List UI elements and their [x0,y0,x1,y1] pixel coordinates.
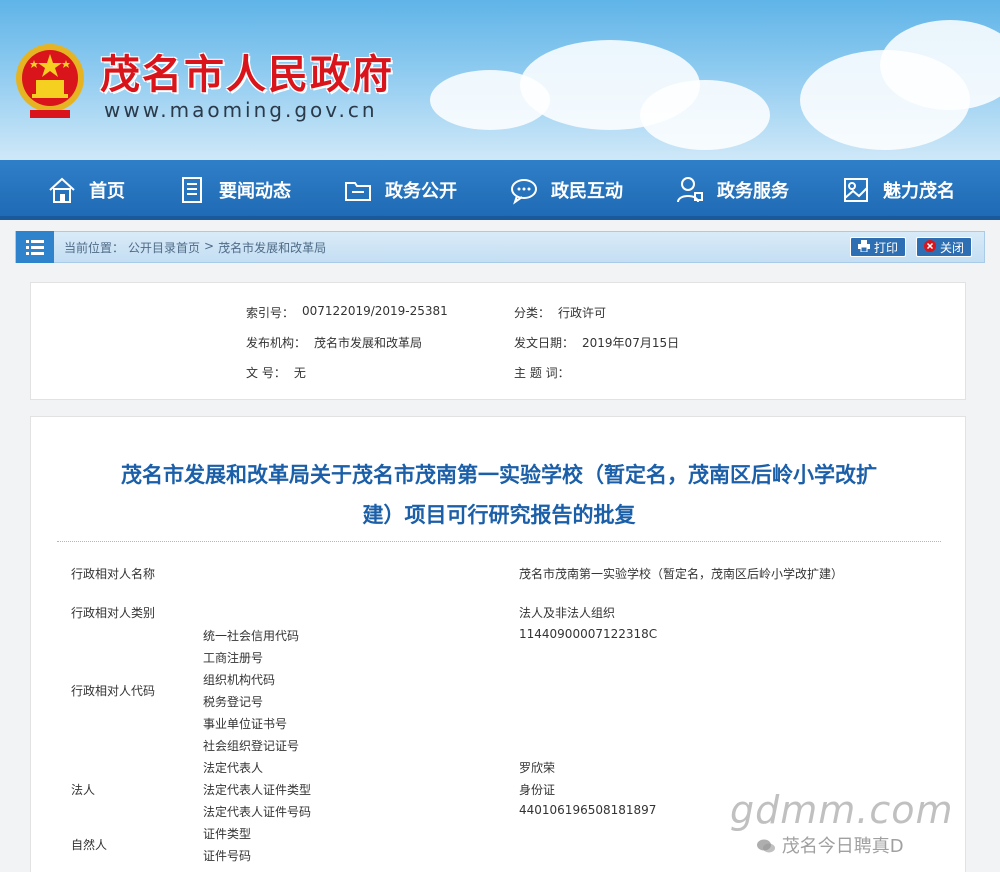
nav-label: 政民互动 [551,181,623,202]
site-url: www.maoming.gov.cn [104,98,378,122]
index-label: 索引号： [246,306,295,320]
national-emblem-icon [16,44,84,118]
folder-icon [341,173,375,207]
institution-cert-label: 事业单位证书号 [203,717,288,731]
list-icon [16,231,54,263]
chat-icon [507,173,541,207]
home-icon [45,173,79,207]
legal-person-label: 法人 [71,783,96,797]
picture-icon [839,173,873,207]
nav-label: 政务公开 [385,181,457,202]
breadcrumb: 当前位置： 公开目录首页 > 茂名市发展和改革局 打印 关闭 [15,231,985,263]
business-reg-label: 工商注册号 [203,651,264,665]
category-value: 行政许可 [558,306,607,320]
publisher-value: 茂名市发展和改革局 [314,336,423,350]
id-no-label: 证件号码 [203,849,252,863]
social-org-label: 社会组织登记证号 [203,739,300,753]
nav-label: 要闻动态 [219,181,291,202]
legal-id-no-value: 440106196508181897 [519,803,657,817]
legal-id-no-label: 法定代表人证件号码 [203,805,312,819]
breadcrumb-separator: > [204,238,215,253]
date-label: 发文日期： [514,336,575,350]
id-type-label: 证件类型 [203,827,252,841]
wechat-icon [756,836,782,857]
party-name-value: 茂名市茂南第一实验学校（暂定名，茂南区后岭小学改扩建） [519,567,844,581]
user-service-icon [673,173,707,207]
printer-icon [857,239,870,255]
article-title: 茂名市发展和改革局关于茂名市茂南第一实验学校（暂定名，茂南区后岭小学改扩 建）项… [61,455,937,535]
print-label: 打印 [873,240,898,255]
date-value: 2019年07月15日 [582,336,680,350]
docno-value: 无 [293,366,306,380]
legal-rep-value: 罗欣荣 [519,761,556,775]
article-title-line: 建）项目可行研究报告的批复 [362,503,636,527]
close-button[interactable]: 关闭 [915,237,972,257]
nav-item-news[interactable]: 要闻动态 [175,173,291,207]
org-code-label: 组织机构代码 [203,673,276,687]
natural-person-label: 自然人 [71,838,108,852]
site-title: 茂名市人民政府 [100,52,394,98]
party-type-label: 行政相对人类别 [71,606,156,620]
watermark-caption: 茂名今日聘真D [756,832,904,858]
watermark-logo-text: gdmm.com [730,788,954,832]
index-value: 007122019/2019-25381 [302,304,448,318]
nav-item-home[interactable]: 首页 [45,173,125,207]
divider [57,541,941,542]
legal-id-type-value: 身份证 [519,783,556,797]
credit-code-value: 11440900007122318C [519,627,658,641]
party-type-value: 法人及非法人组织 [519,606,616,620]
document-icon [175,173,209,207]
publisher-label: 发布机构： [246,336,307,350]
breadcrumb-link-catalog[interactable]: 公开目录首页 [128,239,200,256]
article-title-line: 茂名市发展和改革局关于茂名市茂南第一实验学校（暂定名，茂南区后岭小学改扩 [121,463,877,487]
docno-label: 文 号： [246,366,286,380]
party-code-label: 行政相对人代码 [71,684,156,698]
legal-id-type-label: 法定代表人证件类型 [203,783,312,797]
party-name-label: 行政相对人名称 [71,567,156,581]
category-label: 分类： [514,306,551,320]
nav-label: 政务服务 [717,181,789,202]
nav-item-public[interactable]: 政务公开 [341,173,457,207]
close-icon [923,239,936,255]
close-label: 关闭 [939,240,964,255]
header-banner: 茂名市人民政府 www.maoming.gov.cn [0,0,1000,160]
credit-code-label: 统一社会信用代码 [203,629,300,643]
tax-reg-label: 税务登记号 [203,695,264,709]
breadcrumb-link-bureau[interactable]: 茂名市发展和改革局 [218,239,326,256]
nav-item-charm[interactable]: 魅力茂名 [839,173,955,207]
main-nav: 首页 要闻动态 政务公开 政民互动 政务服务 魅力茂名 [0,160,1000,220]
watermark: gdmm.com 茂名今日聘真D [730,788,954,857]
nav-item-interaction[interactable]: 政民互动 [507,173,623,207]
watermark-account-name: 茂名今日聘真D [781,836,904,857]
print-button[interactable]: 打印 [849,237,906,257]
document-meta: 索引号： 007122019/2019-25381 分类： 行政许可 发布机构：… [30,282,966,400]
nav-label: 魅力茂名 [883,181,955,202]
nav-item-service[interactable]: 政务服务 [673,173,789,207]
breadcrumb-prefix: 当前位置： [64,240,125,255]
cloud-decoration [640,80,770,150]
nav-label: 首页 [89,181,125,202]
keywords-label: 主 题 词： [514,366,570,380]
legal-rep-label: 法定代表人 [203,761,264,775]
